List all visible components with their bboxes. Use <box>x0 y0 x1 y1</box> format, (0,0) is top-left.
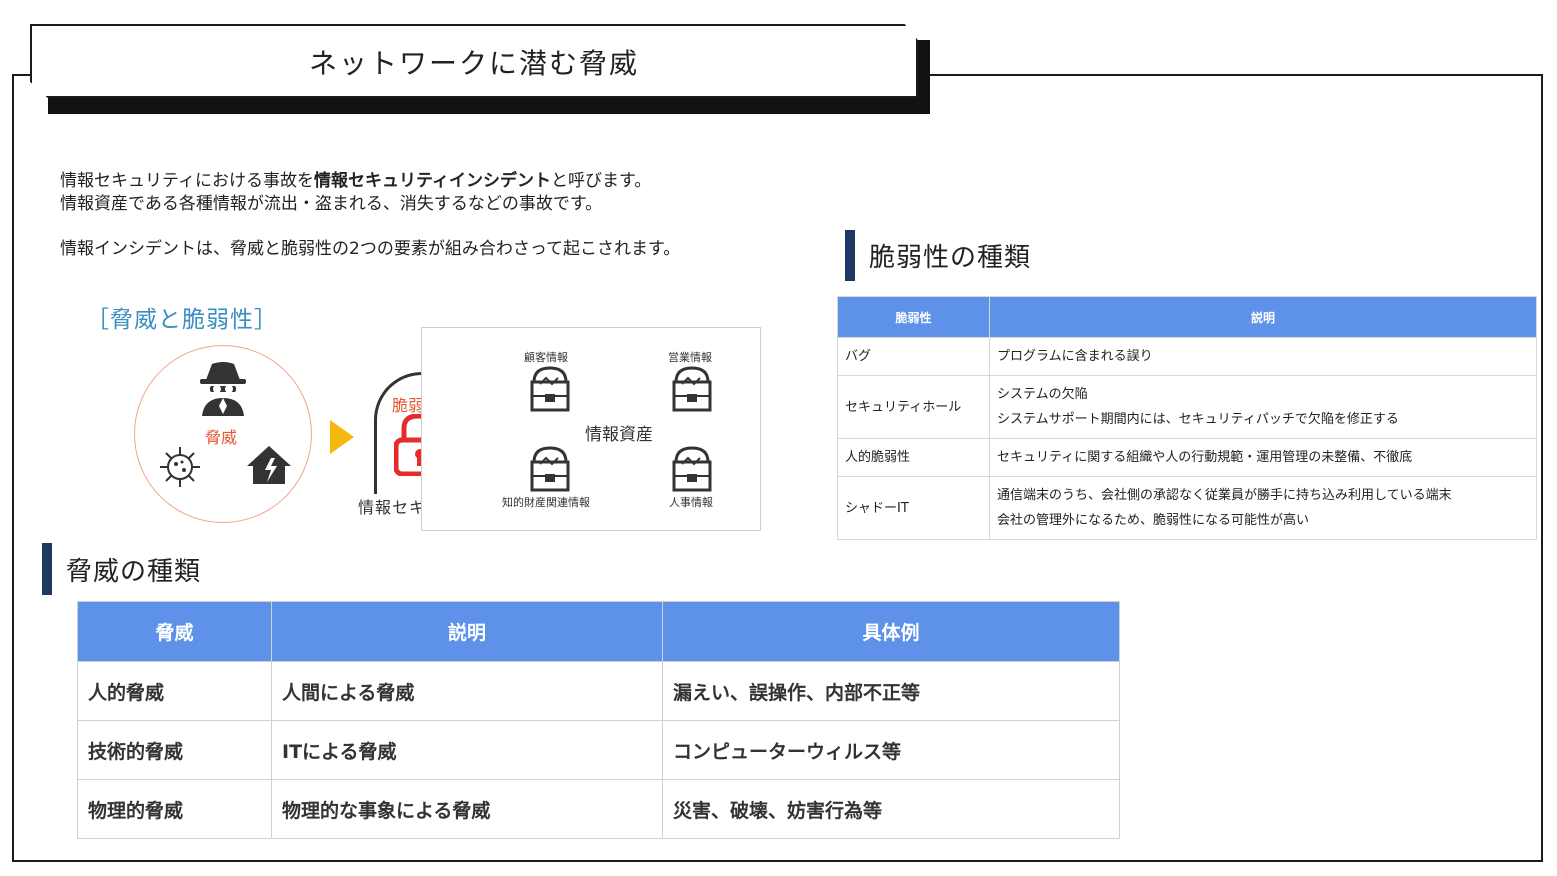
diagram-title: ［脅威と脆弱性］ <box>86 307 278 333</box>
treasure-chest-icon <box>530 366 570 412</box>
vuln-name: バグ <box>837 337 990 376</box>
vuln-desc-line: プログラムに含まれる誤り <box>997 349 1153 364</box>
table-row: セキュリティホール システムの欠陥システムサポート期間内には、セキュリティパッチ… <box>837 375 1537 439</box>
vuln-desc: セキュリティに関する組織や人の行動規範・運用管理の未整備、不徹底 <box>989 438 1537 477</box>
intro-line-2: 情報資産である各種情報が流出・盗まれる、消失するなどの事故です。 <box>60 194 603 214</box>
col-header-examples: 具体例 <box>662 601 1120 662</box>
vuln-desc: 通信端末のうち、会社側の承認なく従業員が勝手に持ち込み利用している端末 会社の管理… <box>989 476 1537 540</box>
threat-desc: 物理的な事象による脅威 <box>271 779 663 839</box>
disaster-house-icon <box>247 446 291 484</box>
vuln-desc-line: セキュリティに関する組織や人の行動規範・運用管理の未整備、不徹底 <box>997 450 1413 465</box>
col-header-threat: 脅威 <box>77 601 272 662</box>
table-row: 物理的脅威 物理的な事象による脅威 災害、破壊、妨害行為等 <box>77 779 1120 839</box>
arrow-icon <box>330 420 354 454</box>
intro-line-3: 情報インシデントは、脅威と脆弱性の2つの要素が組み合わさって起こされます。 <box>60 239 681 259</box>
asset-label-hr: 人事情報 <box>669 496 713 509</box>
table-row: バグ プログラムに含まれる誤り <box>837 337 1537 376</box>
table-header-row: 脅威 説明 具体例 <box>77 601 1120 662</box>
assets-label: 情報資産 <box>585 425 653 445</box>
threat-section-heading: 脅威の種類 <box>42 543 201 595</box>
asset-label-customer: 顧客情報 <box>524 351 568 364</box>
table-row: 人的脅威 人間による脅威 漏えい、誤操作、内部不正等 <box>77 661 1120 721</box>
table-row: シャドーIT 通信端末のうち、会社側の承認なく従業員が勝手に持ち込み利用している… <box>837 476 1537 540</box>
table-row: 人的脆弱性 セキュリティに関する組織や人の行動規範・運用管理の未整備、不徹底 <box>837 438 1537 477</box>
asset-label-sales: 営業情報 <box>668 351 712 364</box>
title-tab: ネットワークに潜む脅威 <box>30 24 918 98</box>
intro-line-1: 情報セキュリティにおける事故を情報セキュリティインシデントと呼びます。 <box>60 170 680 193</box>
table-header-row: 脆弱性 説明 <box>837 296 1537 338</box>
threat-name: 人的脅威 <box>77 661 272 721</box>
asset-label-ip: 知的財産関連情報 <box>502 496 590 509</box>
vuln-name: セキュリティホール <box>837 375 990 439</box>
intro-term: 情報セキュリティインシデント <box>313 171 551 191</box>
intro-line-1-post: と呼びます。 <box>550 171 652 191</box>
col-header-description: 説明 <box>271 601 663 662</box>
virus-icon <box>160 447 200 487</box>
threat-example: 災害、破壊、妨害行為等 <box>662 779 1120 839</box>
vuln-heading-text: 脆弱性の種類 <box>869 243 1032 273</box>
spy-icon <box>200 362 246 416</box>
col-header-description: 説明 <box>989 296 1537 338</box>
threat-heading-text: 脅威の種類 <box>66 556 202 587</box>
treasure-chest-icon <box>530 446 570 492</box>
vuln-desc: システムの欠陥システムサポート期間内には、セキュリティパッチで欠陥を修正する <box>989 375 1537 439</box>
vuln-desc-line: システムの欠陥 <box>997 387 1088 402</box>
threat-desc: ITによる脅威 <box>271 720 663 780</box>
table-row: 技術的脅威 ITによる脅威 コンピューターウィルス等 <box>77 720 1120 780</box>
page-title: ネットワークに潜む脅威 <box>308 47 639 80</box>
vuln-desc: プログラムに含まれる誤り <box>989 337 1537 376</box>
section-bar <box>42 543 52 595</box>
vuln-desc-line: システムサポート期間内には、セキュリティパッチで欠陥を修正する <box>997 412 1399 427</box>
threat-example: コンピューターウィルス等 <box>662 720 1120 780</box>
treasure-chest-icon <box>672 366 712 412</box>
treasure-chest-icon <box>672 446 712 492</box>
intro-line-1-pre: 情報セキュリティにおける事故を <box>60 171 314 191</box>
vuln-desc-line: 会社の管理外になるため、脆弱性になる可能性が高い <box>997 513 1310 528</box>
vuln-desc-line: 通信端末のうち、会社側の承認なく従業員が勝手に持ち込み利用している端末 <box>997 488 1452 503</box>
vulnerability-table: 脆弱性 説明 バグ プログラムに含まれる誤り セキュリティホール システムの欠陥… <box>837 296 1537 540</box>
threat-desc: 人間による脅威 <box>271 661 663 721</box>
vuln-section-heading: 脆弱性の種類 <box>845 230 1031 281</box>
vuln-name: 人的脆弱性 <box>837 438 990 477</box>
threat-name: 物理的脅威 <box>77 779 272 839</box>
intro-text: 情報セキュリティにおける事故を情報セキュリティインシデントと呼びます。 情報資産… <box>60 170 680 261</box>
threat-table: 脅威 説明 具体例 人的脅威 人間による脅威 漏えい、誤操作、内部不正等 技術的… <box>77 601 1120 839</box>
section-bar <box>845 230 855 281</box>
vuln-name: シャドーIT <box>837 476 990 540</box>
threat-name: 技術的脅威 <box>77 720 272 780</box>
col-header-vulnerability: 脆弱性 <box>837 296 990 338</box>
threat-label: 脅威 <box>205 428 238 447</box>
threat-example: 漏えい、誤操作、内部不正等 <box>662 661 1120 721</box>
